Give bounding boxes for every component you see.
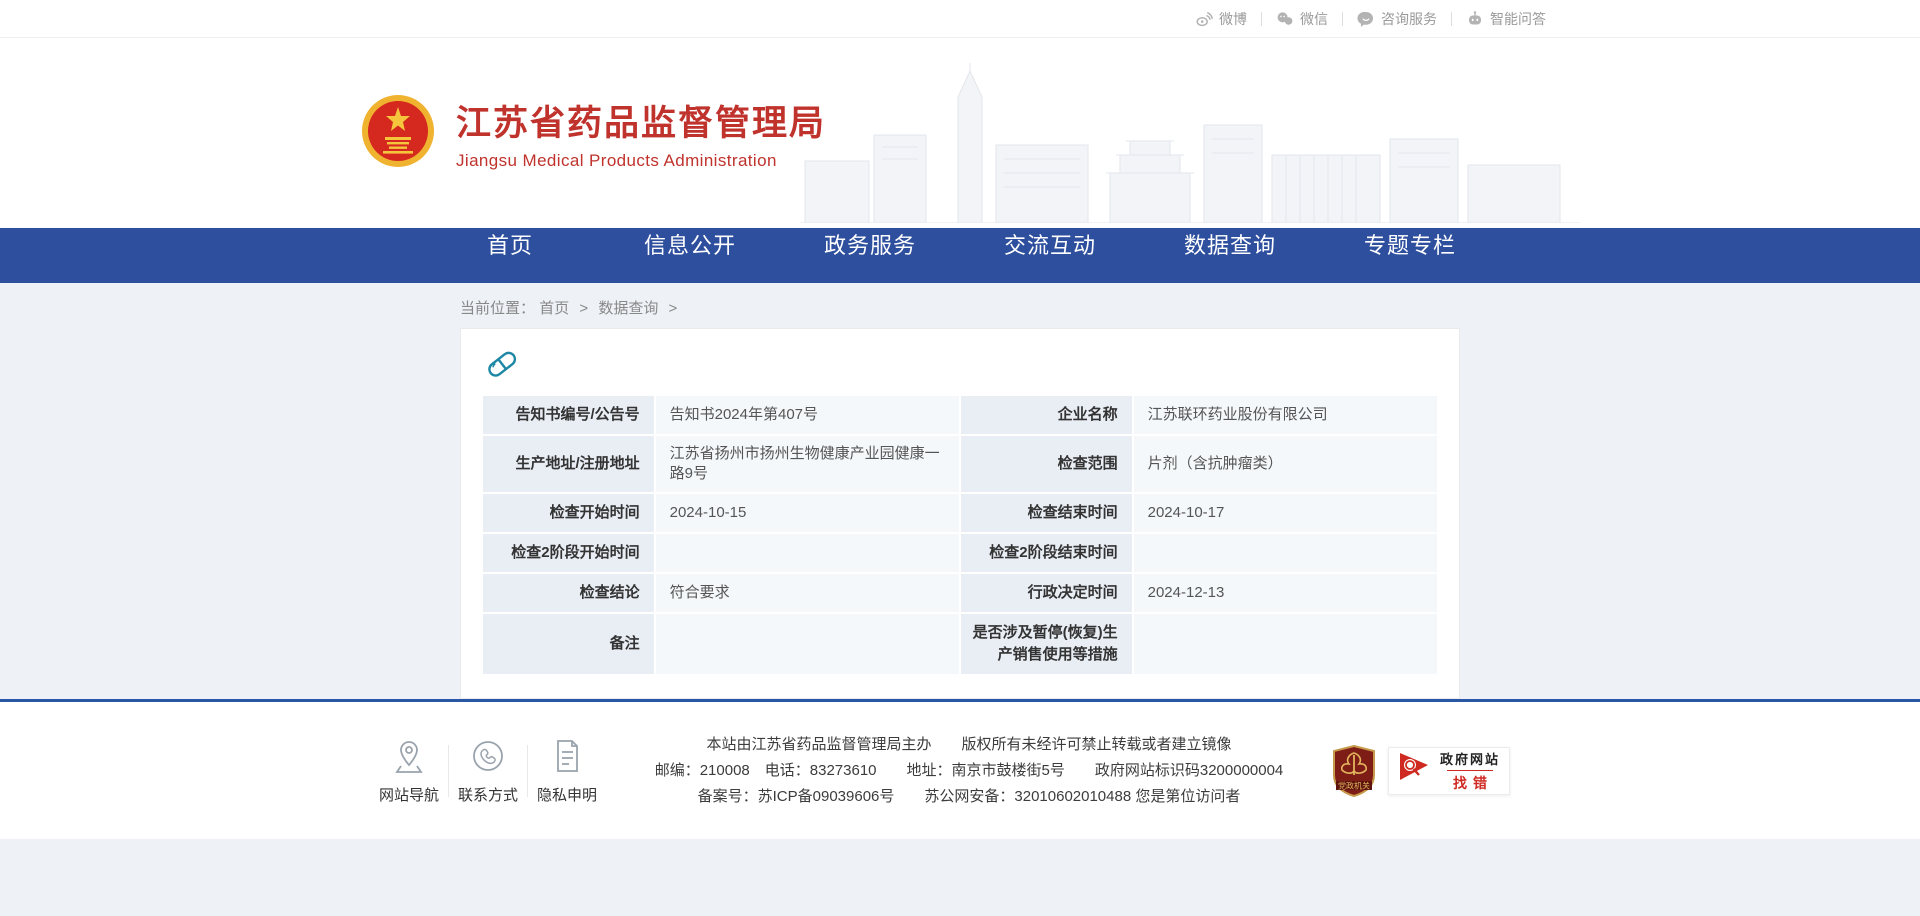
breadcrumb-separator: > xyxy=(579,300,588,317)
footer-line-icp: 备案号：苏ICP备09039606号 苏公网安备：32010602010488 … xyxy=(626,784,1312,810)
footer-info: 本站由江苏省药品监督管理局主办 版权所有未经许可禁止转载或者建立镜像 邮编：21… xyxy=(626,732,1312,810)
pill-capsule-icon xyxy=(481,345,1439,394)
page: 微博 微信 xyxy=(0,0,1920,916)
field-label: 是否涉及暂停(恢复)生产销售使用等措施 xyxy=(961,614,1132,674)
field-label: 备注 xyxy=(483,614,654,674)
inspection-detail-table: 告知书编号/公告号 告知书2024年第407号 企业名称 江苏联环药业股份有限公… xyxy=(481,394,1439,676)
topbar-label: 微信 xyxy=(1300,9,1328,29)
footer-links: 网站导航 联系方式 xyxy=(370,736,606,805)
breadcrumb: 当前位置： 首页 > 数据查询 > xyxy=(460,295,1460,328)
footer-link-label: 隐私申明 xyxy=(537,784,597,805)
party-gov-badge[interactable]: 党政机关 xyxy=(1332,745,1376,797)
field-value: 2024-10-17 xyxy=(1134,494,1437,532)
footer-link-privacy[interactable]: 隐私申明 xyxy=(528,736,606,805)
table-row: 备注 是否涉及暂停(恢复)生产销售使用等措施 xyxy=(483,614,1437,674)
nav-item-data-query[interactable]: 数据查询 xyxy=(1140,228,1320,260)
field-label: 企业名称 xyxy=(961,396,1132,434)
table-row: 检查开始时间 2024-10-15 检查结束时间 2024-10-17 xyxy=(483,494,1437,532)
national-emblem-icon xyxy=(360,91,436,176)
field-value: 告知书2024年第407号 xyxy=(656,396,959,434)
breadcrumb-section-link[interactable]: 数据查询 xyxy=(598,300,658,317)
magnifier-flag-icon xyxy=(1397,750,1431,791)
footer-line-host: 本站由江苏省药品监督管理局主办 版权所有未经许可禁止转载或者建立镜像 xyxy=(626,732,1312,758)
nav-item-special-topics[interactable]: 专题专栏 xyxy=(1320,228,1500,260)
nav-item-info-disclosure[interactable]: 信息公开 xyxy=(600,228,780,260)
privacy-doc-icon xyxy=(549,736,585,776)
smart-qa-link[interactable]: 智能问答 xyxy=(1452,9,1560,29)
field-value: 2024-10-15 xyxy=(656,494,959,532)
table-row: 告知书编号/公告号 告知书2024年第407号 企业名称 江苏联环药业股份有限公… xyxy=(483,396,1437,434)
map-pin-icon xyxy=(391,736,427,776)
field-label: 检查结束时间 xyxy=(961,494,1132,532)
wechat-link[interactable]: 微信 xyxy=(1262,9,1342,29)
nav-item-gov-services[interactable]: 政务服务 xyxy=(780,228,960,260)
inspection-detail-card: 告知书编号/公告号 告知书2024年第407号 企业名称 江苏联环药业股份有限公… xyxy=(460,328,1460,699)
site-title: 江苏省药品监督管理局 xyxy=(456,95,826,146)
breadcrumb-prefix: 当前位置： xyxy=(460,300,535,317)
chat-bubble-icon xyxy=(1357,10,1375,28)
field-value: 2024-12-13 xyxy=(1134,574,1437,612)
gov-site-error-report-badge[interactable]: 政府网站 找错 xyxy=(1388,747,1510,795)
table-row: 检查2阶段开始时间 检查2阶段结束时间 xyxy=(483,534,1437,572)
field-value: 江苏省扬州市扬州生物健康产业园健康一路9号 xyxy=(656,436,959,492)
table-row: 生产地址/注册地址 江苏省扬州市扬州生物健康产业园健康一路9号 检查范围 片剂（… xyxy=(483,436,1437,492)
breadcrumb-home-link[interactable]: 首页 xyxy=(539,300,569,317)
topbar-label: 微博 xyxy=(1219,9,1247,29)
robot-icon xyxy=(1466,10,1484,28)
field-value xyxy=(1134,614,1437,674)
top-utility-bar: 微博 微信 xyxy=(0,0,1920,38)
field-label: 检查开始时间 xyxy=(483,494,654,532)
field-value: 符合要求 xyxy=(656,574,959,612)
field-label: 行政决定时间 xyxy=(961,574,1132,612)
table-row: 检查结论 符合要求 行政决定时间 2024-12-13 xyxy=(483,574,1437,612)
site-logo-link[interactable]: 江苏省药品监督管理局 Jiangsu Medical Products Admi… xyxy=(360,91,826,176)
field-label: 检查2阶段开始时间 xyxy=(483,534,654,572)
topbar-label: 咨询服务 xyxy=(1381,9,1437,29)
field-label: 检查范围 xyxy=(961,436,1132,492)
field-value: 江苏联环药业股份有限公司 xyxy=(1134,396,1437,434)
consult-service-link[interactable]: 咨询服务 xyxy=(1343,9,1451,29)
badge-find-error-label: 找错 xyxy=(1447,770,1493,793)
footer-link-sitemap[interactable]: 网站导航 xyxy=(370,736,448,805)
party-badge-label: 党政机关 xyxy=(1338,780,1370,790)
footer-link-contact[interactable]: 联系方式 xyxy=(449,736,527,805)
footer-line-contact: 邮编：210008 电话：83273610 地址：南京市鼓楼街5号 政府网站标识… xyxy=(626,758,1312,784)
footer-badges: 党政机关 政府网站 找错 xyxy=(1332,745,1510,797)
site-header: 江苏省药品监督管理局 Jiangsu Medical Products Admi… xyxy=(0,38,1920,228)
footer-link-label: 网站导航 xyxy=(379,784,439,805)
field-label: 告知书编号/公告号 xyxy=(483,396,654,434)
field-value xyxy=(656,614,959,674)
site-subtitle: Jiangsu Medical Products Administration xyxy=(456,151,826,171)
weibo-icon xyxy=(1195,10,1213,28)
badge-gov-site-label: 政府网站 xyxy=(1440,749,1500,768)
topbar-label: 智能问答 xyxy=(1490,9,1546,29)
field-value xyxy=(656,534,959,572)
field-value: 片剂（含抗肿瘤类） xyxy=(1134,436,1437,492)
wechat-icon xyxy=(1276,10,1294,28)
field-label: 检查2阶段结束时间 xyxy=(961,534,1132,572)
site-footer: 网站导航 联系方式 xyxy=(0,699,1920,839)
content-area: 当前位置： 首页 > 数据查询 > xyxy=(0,283,1920,699)
field-value xyxy=(1134,534,1437,572)
city-skyline-graphic xyxy=(800,63,1580,228)
weibo-link[interactable]: 微博 xyxy=(1181,9,1261,29)
field-label: 检查结论 xyxy=(483,574,654,612)
phone-icon xyxy=(470,736,506,776)
footer-link-label: 联系方式 xyxy=(458,784,518,805)
field-label: 生产地址/注册地址 xyxy=(483,436,654,492)
nav-item-interaction[interactable]: 交流互动 xyxy=(960,228,1140,260)
main-nav: 首页 信息公开 政务服务 交流互动 数据查询 专题专栏 xyxy=(0,228,1920,283)
nav-item-home[interactable]: 首页 xyxy=(420,228,600,260)
bottom-filler xyxy=(0,839,1920,916)
breadcrumb-separator: > xyxy=(669,300,678,317)
